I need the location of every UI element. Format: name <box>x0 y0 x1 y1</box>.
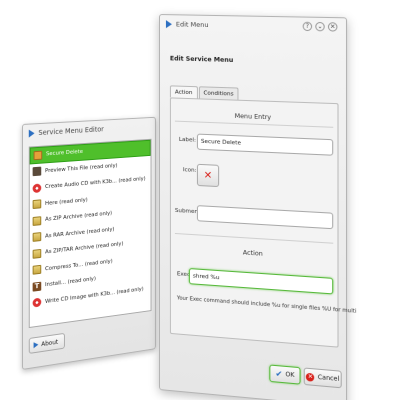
install-icon: T <box>32 281 42 292</box>
kde-app-icon <box>28 129 35 138</box>
action-tab-panel: Menu Entry Label: Secure Delete Icon: ✕ … <box>169 97 357 348</box>
service-menu-list[interactable]: Secure Delete Preview This File (read on… <box>28 138 152 329</box>
submenu-input[interactable] <box>196 205 334 230</box>
kde-logo-icon <box>33 341 39 349</box>
window-title: Service Menu Editor <box>38 125 104 138</box>
tab-action[interactable]: Action <box>169 85 198 99</box>
list-item-label: As ZIP Archive (read only) <box>45 210 113 224</box>
dialog-heading: Edit Service Menu <box>169 55 234 65</box>
red-x-icon: ✕ <box>203 169 213 182</box>
archive-icon <box>32 199 42 210</box>
service-menu-editor-window: Service Menu Editor Secure Delete Previe… <box>22 116 156 370</box>
list-item-label: Secure Delete <box>46 149 83 158</box>
help-icon[interactable]: ? <box>302 21 313 32</box>
preview-icon <box>32 166 42 177</box>
archive-icon <box>32 265 42 276</box>
kde-app-icon <box>165 20 172 29</box>
icon-picker-button[interactable]: ✕ <box>196 163 220 188</box>
list-item-label: Here (read only) <box>45 197 88 207</box>
archive-icon <box>32 232 42 243</box>
archive-icon <box>32 215 42 226</box>
exec-hint: Your Exec command should include %u for … <box>176 295 357 315</box>
action-group-title: Action <box>242 249 263 258</box>
window-title: Edit Menu <box>175 20 209 30</box>
edit-menu-window: Edit Menu ? ⌄ ✕ Edit Service Menu Action… <box>159 14 357 400</box>
secure-delete-icon <box>33 150 43 160</box>
list-item-label: Install... (read only) <box>45 276 96 289</box>
close-icon[interactable]: ✕ <box>327 22 338 32</box>
about-button-label: About <box>41 338 59 348</box>
list-item-label: Preview This File (read only) <box>45 162 118 175</box>
cancel-icon: ✕ <box>306 372 315 382</box>
icon-caption: Icon: <box>182 167 197 174</box>
ok-button-label: OK <box>285 371 295 379</box>
cd-icon <box>32 297 42 308</box>
divider <box>174 232 334 244</box>
cancel-button[interactable]: ✕ Cancel <box>303 367 342 389</box>
label-input[interactable]: Secure Delete <box>196 133 334 156</box>
exec-input[interactable]: shred %u <box>188 268 334 295</box>
about-button[interactable]: About <box>28 332 65 354</box>
minimize-icon[interactable]: ⌄ <box>315 21 325 32</box>
cancel-button-label: Cancel <box>317 373 340 383</box>
archive-icon <box>32 248 42 259</box>
checkmark-icon: ✔ <box>275 369 283 379</box>
label-caption: Label: <box>178 136 196 144</box>
cd-icon <box>32 183 42 193</box>
ok-button[interactable]: ✔ OK <box>269 364 301 385</box>
